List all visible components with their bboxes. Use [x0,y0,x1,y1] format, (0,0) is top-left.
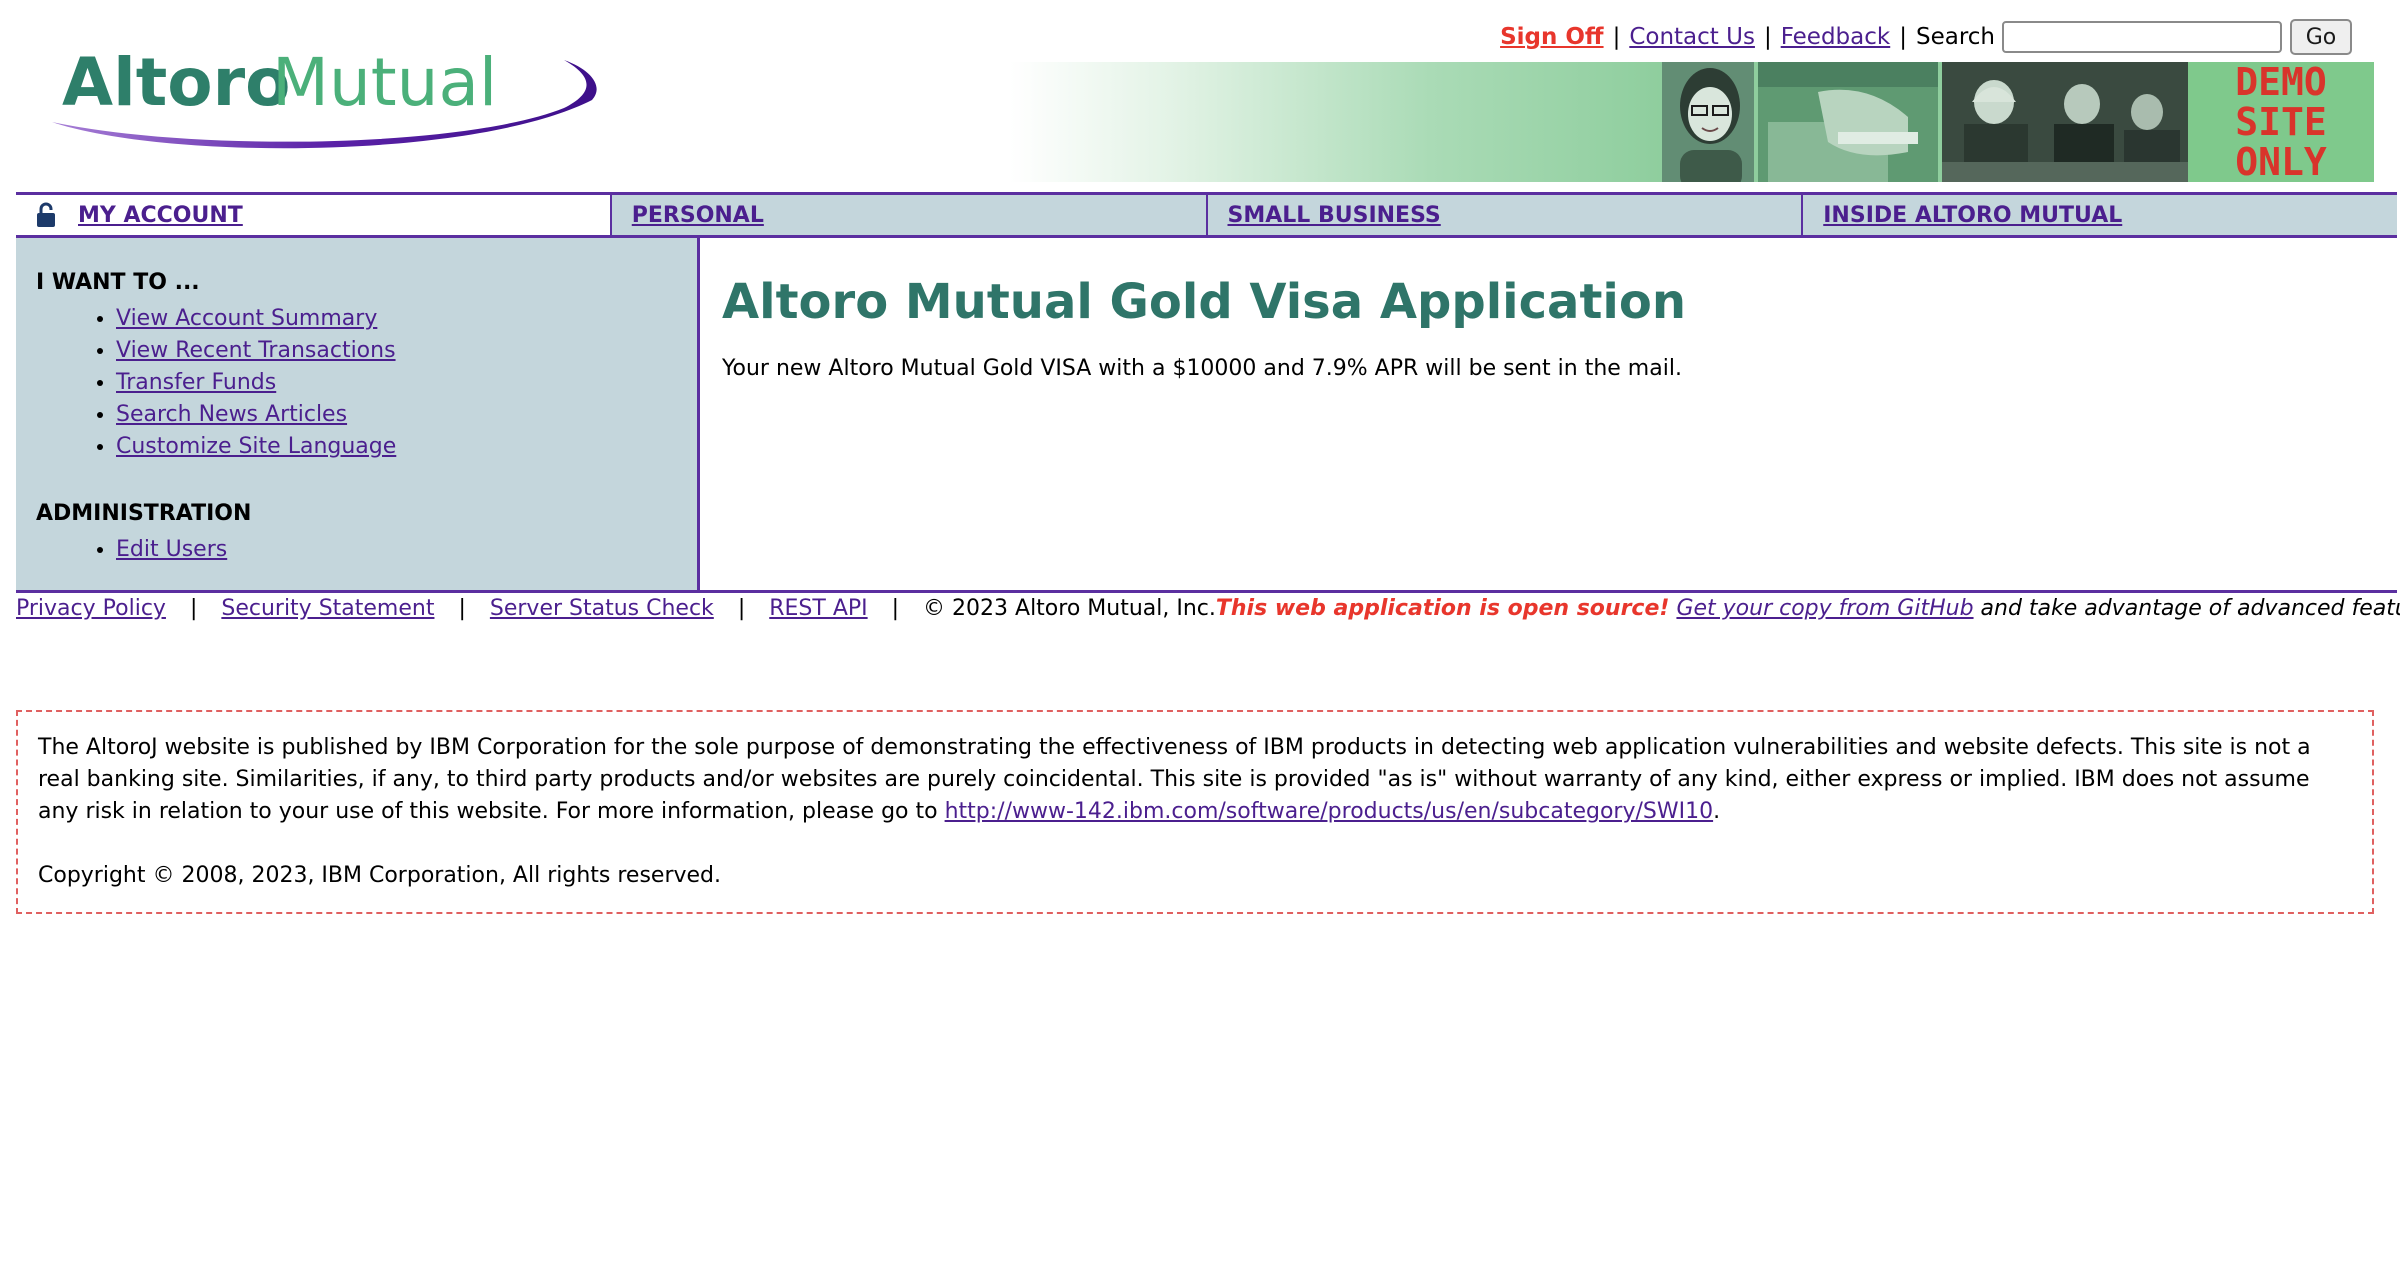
open-source-text: This web application is open source! [1215,596,1670,621]
disclaimer-text: The AltoroJ website is published by IBM … [38,732,2352,828]
separator: | [1763,24,1772,50]
list-item: View Recent Transactions [116,335,697,367]
tab-small-business[interactable]: SMALL BUSINESS [1207,195,1804,235]
footer-links: Privacy Policy | Security Statement | Server… [16,596,1216,626]
separator: | [1612,24,1621,50]
search-news-articles-link[interactable]: Search News Articles [116,402,347,427]
list-item: Search News Articles [116,399,697,431]
server-status-link[interactable]: Server Status Check [490,596,714,621]
demo-line-2: SITE [2235,100,2327,144]
confirmation-message: Your new Altoro Mutual Gold VISA with a … [722,355,1682,381]
sidebar: I WANT TO ... View Account Summary View … [16,238,700,590]
top-links: Sign Off | Contact Us | Feedback | Searc… [1500,18,2352,56]
customize-site-language-link[interactable]: Customize Site Language [116,434,396,459]
sidebar-want-list: View Account Summary View Recent Transac… [36,303,697,463]
demo-line-1: DEMO [2235,60,2327,104]
go-button[interactable]: Go [2290,19,2352,55]
list-item: Edit Users [116,534,697,566]
footer-copyright: © 2023 Altoro Mutual, Inc. [923,596,1216,621]
disclaimer-box: The AltoroJ website is published by IBM … [16,710,2374,914]
lock-icon [36,202,56,228]
privacy-policy-link[interactable]: Privacy Policy [16,596,166,621]
search-label: Search [1915,24,1995,50]
demo-line-3: ONLY [2235,140,2327,184]
tab-inside-altoro[interactable]: INSIDE ALTORO MUTUAL [1803,195,2397,235]
advantage-text: and take advantage of advanced features [1980,596,2400,621]
list-item: Customize Site Language [116,431,697,463]
banner-photo-hand [1758,62,1938,182]
main-content: Altoro Mutual Gold Visa Application Your… [720,238,2380,590]
list-item: Transfer Funds [116,367,697,399]
tab-personal[interactable]: PERSONAL [611,195,1208,235]
tab-my-account[interactable]: MY ACCOUNT [16,195,612,235]
search-input[interactable] [2002,21,2282,53]
edit-users-link[interactable]: Edit Users [116,537,227,562]
separator: | [891,596,900,621]
demo-site-only-badge: DEMO SITE ONLY [2188,62,2374,182]
main-nav: MY ACCOUNT PERSONAL SMALL BUSINESS INSID… [16,192,2397,238]
separator: | [737,596,746,621]
logo-text-bold: Altoro [62,44,291,121]
contact-us-link[interactable]: Contact Us [1629,24,1755,50]
separator: | [1899,24,1907,50]
tab-small-business-label[interactable]: SMALL BUSINESS [1228,203,1441,228]
disclaimer-end: . [1713,799,1721,824]
github-link[interactable]: Get your copy from GitHub [1676,596,1973,621]
separator: | [189,596,198,621]
sidebar-heading-want: I WANT TO ... [36,270,200,295]
altoro-mutual-logo[interactable]: Altoro Mutual [44,42,614,162]
rest-api-link[interactable]: REST API [769,596,867,621]
footer: Privacy Policy | Security Statement | Server… [16,596,2400,626]
view-account-summary-link[interactable]: View Account Summary [116,306,377,331]
footer-divider [16,590,2397,593]
logo-graphic: Altoro Mutual [52,44,597,149]
logo-text-light: Mutual [272,44,497,121]
sidebar-heading-admin: ADMINISTRATION [36,501,252,526]
header-banner: DEMO SITE ONLY [1010,62,2374,182]
sign-off-link[interactable]: Sign Off [1500,24,1603,50]
banner-photo-woman [1662,62,1754,182]
feedback-link[interactable]: Feedback [1781,24,1891,50]
ibm-info-link[interactable]: http://www-142.ibm.com/software/products… [945,799,1714,824]
tab-my-account-label[interactable]: MY ACCOUNT [78,203,243,228]
open-source-note: This web application is open source! Get… [1216,596,2400,626]
separator: | [458,596,466,621]
security-statement-link[interactable]: Security Statement [221,596,434,621]
tab-personal-label[interactable]: PERSONAL [632,203,764,228]
sidebar-admin-list: Edit Users [36,534,697,566]
tab-inside-altoro-label[interactable]: INSIDE ALTORO MUTUAL [1823,203,2122,228]
ibm-copyright: Copyright © 2008, 2023, IBM Corporation,… [38,863,721,888]
page-title: Altoro Mutual Gold Visa Application [722,274,1686,330]
list-item: View Account Summary [116,303,697,335]
banner-photo-meeting [1942,62,2188,182]
transfer-funds-link[interactable]: Transfer Funds [116,370,276,395]
view-recent-transactions-link[interactable]: View Recent Transactions [116,338,396,363]
